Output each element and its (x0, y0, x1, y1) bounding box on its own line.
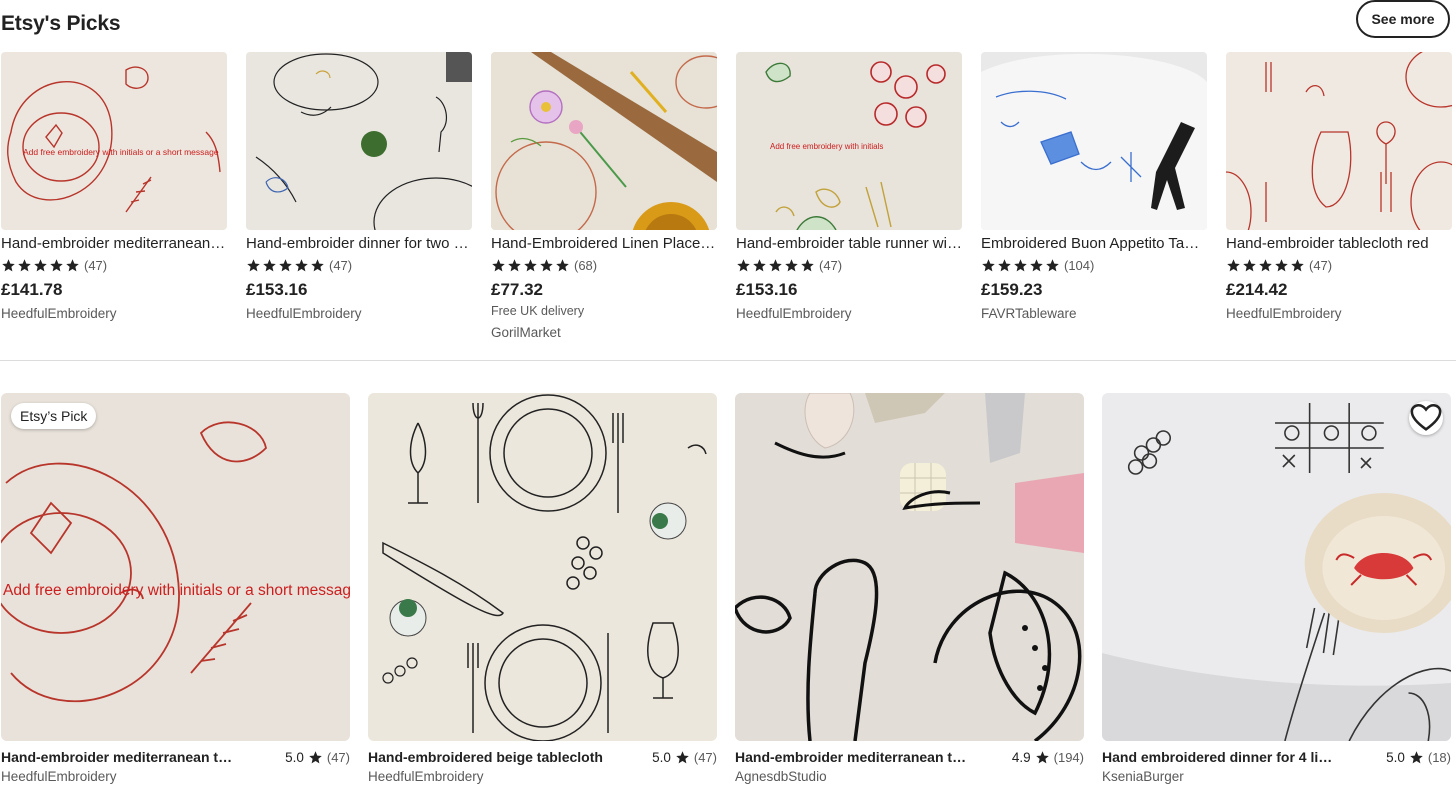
pick-card[interactable]: Embroidered Buon Appetito Tablecloth (10… (981, 52, 1207, 342)
star-rating-icons (491, 258, 570, 273)
rating-value: 5.0 (1386, 749, 1405, 765)
listing-title[interactable]: Hand-embroidered beige tablecloth (368, 749, 603, 765)
pick-card[interactable]: Add free embroidery with initials Hand-e… (736, 52, 962, 342)
listing-image[interactable] (1102, 393, 1451, 741)
product-title[interactable]: Hand-embroider tablecloth red (1226, 234, 1452, 254)
shop-name[interactable]: GorilMarket (491, 324, 717, 342)
etsys-pick-badge: Etsy’s Pick (11, 403, 97, 429)
section-title: Etsy's Picks (1, 12, 121, 35)
section-divider (0, 360, 1456, 361)
product-image[interactable] (246, 52, 472, 230)
product-image[interactable] (491, 52, 717, 230)
star-icon (676, 750, 689, 763)
star-rating-icons (246, 258, 325, 273)
price: £214.42 (1226, 280, 1288, 299)
pick-card[interactable]: Hand-embroider dinner for two tablecloth… (246, 52, 472, 342)
delivery-note: Free UK delivery (491, 304, 585, 318)
rating: 5.0 (18) (1386, 750, 1451, 765)
rating-value: 4.9 (1011, 749, 1031, 765)
price: £159.23 (981, 280, 1043, 299)
shop-name[interactable]: AgnesdbStudio (735, 769, 1084, 784)
listing-card[interactable]: Hand-embroider mediterranean tablecloth … (735, 393, 1084, 784)
listing-image[interactable] (735, 393, 1084, 741)
review-count: (47) (819, 257, 843, 273)
rating: 5.0 (47) (285, 750, 350, 765)
pick-card[interactable]: Hand-Embroidered Linen Placemats (68) £7… (491, 52, 717, 342)
review-count: (47) (326, 749, 350, 765)
product-title[interactable]: Embroidered Buon Appetito Tablecloth (981, 234, 1207, 254)
price: £77.32 (491, 280, 543, 299)
heart-icon (1410, 403, 1442, 431)
star-rating-icons (1, 258, 80, 273)
review-count: (47) (693, 749, 717, 765)
favorite-heart-button[interactable] (1409, 401, 1443, 435)
review-count: (18) (1427, 749, 1451, 765)
listing-card[interactable]: Hand-embroidered beige tablecloth 5.0 (4… (368, 393, 717, 784)
price: £141.78 (1, 280, 63, 299)
rating: 4.9 (194) (1012, 750, 1084, 765)
listing-grid: Add free embroidery with initials or a s… (1, 393, 1451, 784)
image-overlay-text: Add free embroidery with initials or a s… (3, 582, 350, 599)
listing-title[interactable]: Hand-embroider mediterranean tablecloth (1, 749, 237, 765)
star-icon (1410, 750, 1423, 763)
product-title[interactable]: Hand-embroider table runner with initial… (736, 234, 962, 254)
shop-name[interactable]: HeedfulEmbroidery (1, 769, 350, 784)
product-title[interactable]: Hand-embroider dinner for two tablecloth (246, 234, 472, 254)
listing-card[interactable]: Add free embroidery with initials or a s… (1, 393, 350, 784)
review-count: (47) (1309, 257, 1333, 273)
image-overlay-text: Add free embroidery with initials or a s… (23, 147, 219, 157)
price: £153.16 (246, 280, 308, 299)
rating: (47) (736, 256, 962, 274)
listing-image[interactable] (368, 393, 717, 741)
review-count: (104) (1064, 257, 1095, 273)
rating: (104) (981, 256, 1207, 274)
rating-value: 5.0 (652, 749, 671, 765)
product-image[interactable] (981, 52, 1207, 230)
rating: (47) (1226, 256, 1452, 274)
review-count: (68) (574, 257, 598, 273)
star-icon (1035, 750, 1049, 763)
rating-value: 5.0 (285, 749, 304, 765)
star-rating-icons (736, 258, 815, 273)
product-image[interactable]: Add free embroidery with initials (736, 52, 962, 230)
price: £153.16 (736, 280, 798, 299)
review-count: (47) (329, 257, 353, 273)
shop-name[interactable]: HeedfulEmbroidery (1, 305, 227, 323)
shop-name[interactable]: HeedfulEmbroidery (1226, 305, 1452, 323)
product-image[interactable]: Add free embroidery with initials or a s… (1, 52, 227, 230)
shop-name[interactable]: KseniaBurger (1102, 769, 1451, 784)
listing-title[interactable]: Hand embroidered dinner for 4 linen tabl… (1102, 749, 1338, 765)
pick-card[interactable]: Hand-embroider tablecloth red (47) £214.… (1226, 52, 1452, 342)
star-rating-icons (1226, 258, 1305, 273)
shop-name[interactable]: FAVRTableware (981, 305, 1207, 323)
listing-card[interactable]: Hand embroidered dinner for 4 linen tabl… (1102, 393, 1451, 784)
product-title[interactable]: Hand-Embroidered Linen Placemats (491, 234, 717, 254)
product-image[interactable] (1226, 52, 1452, 230)
product-title[interactable]: Hand-embroider mediterranean tablecloth (1, 234, 227, 254)
shop-name[interactable]: HeedfulEmbroidery (246, 305, 472, 323)
rating: (47) (1, 256, 227, 274)
shop-name[interactable]: HeedfulEmbroidery (368, 769, 717, 784)
rating: (47) (246, 256, 472, 274)
listing-image[interactable]: Add free embroidery with initials or a s… (1, 393, 350, 741)
pick-card[interactable]: Add free embroidery with initials or a s… (1, 52, 227, 342)
image-overlay-text: Add free embroidery with initials (770, 142, 883, 151)
star-rating-icons (981, 258, 1060, 273)
rating: 5.0 (47) (652, 750, 717, 765)
review-count: (47) (84, 257, 108, 273)
star-icon (309, 750, 322, 763)
rating: (68) (491, 256, 717, 274)
shop-name[interactable]: HeedfulEmbroidery (736, 305, 962, 323)
listing-title[interactable]: Hand-embroider mediterranean tablecloth (735, 749, 971, 765)
review-count: (194) (1053, 749, 1084, 765)
see-more-button[interactable]: See more (1356, 0, 1450, 38)
picks-row: Add free embroidery with initials or a s… (1, 52, 1452, 342)
